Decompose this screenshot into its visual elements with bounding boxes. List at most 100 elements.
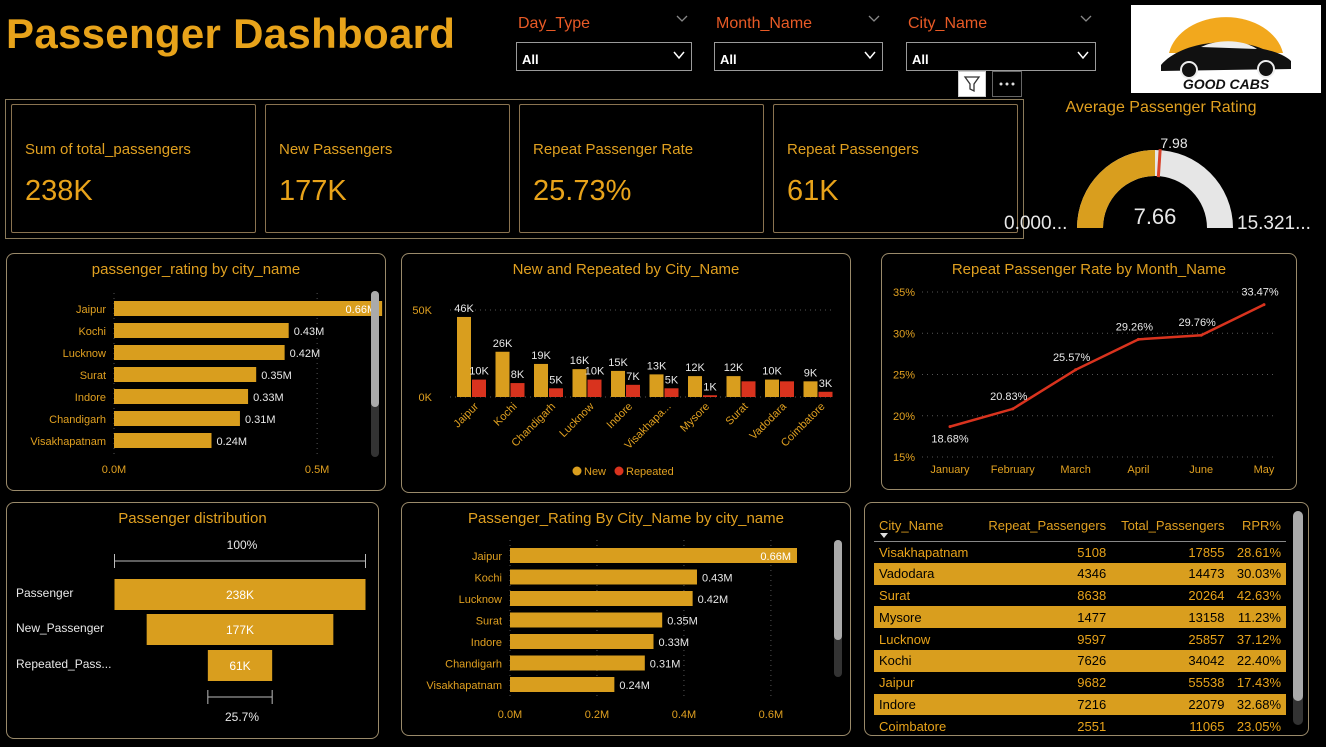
scrollbar[interactable] [1293, 511, 1303, 725]
x-tick-label: January [930, 464, 970, 476]
table-cell: 14473 [1111, 562, 1230, 585]
table-row[interactable]: Surat 8638 20264 42.63% [874, 585, 1286, 607]
rating-gauge[interactable]: 7.98 7.66 0.000... 15.321... [1000, 128, 1320, 238]
data-point [1136, 337, 1140, 341]
data-label: 12K [685, 362, 705, 374]
data-label: 0.42M [698, 594, 729, 606]
new-repeated-chart[interactable]: 50K0K46K10KJaipur26K8KKochi19K5KChandiga… [402, 254, 852, 494]
bar-repeated [626, 384, 640, 397]
more-options-button[interactable] [992, 71, 1022, 97]
panel-passenger-distribution: Passenger distribution 100% 238K Passenger… [6, 502, 379, 739]
page-title: Passenger Dashboard [6, 10, 456, 57]
column-header[interactable]: Repeat_Passengers [977, 511, 1112, 542]
series-line [949, 303, 1265, 428]
bar-new [649, 374, 664, 397]
table-row[interactable]: Vadodara 4346 14473 30.03% [874, 562, 1286, 585]
data-label: 177K [226, 623, 254, 637]
table-row[interactable]: Visakhapatnam 5108 17855 28.61% [874, 541, 1286, 563]
table-cell: 9597 [1077, 631, 1107, 647]
slicer-day-type-dropdown[interactable]: All [516, 42, 692, 71]
data-point [1199, 333, 1203, 337]
slicer-city-dropdown[interactable]: All [906, 42, 1096, 71]
table-cell: 11065 [1189, 718, 1225, 734]
x-tick-label: 0.2M [585, 709, 609, 721]
table-cell: 22.40% [1229, 649, 1286, 672]
data-label: 26K [493, 338, 513, 350]
table-cell: 7626 [977, 649, 1112, 672]
data-label: 5K [549, 374, 563, 386]
column-header[interactable]: City_Name [874, 511, 978, 542]
bar [510, 569, 697, 585]
data-label: 10K [762, 366, 782, 378]
scrollbar[interactable] [834, 540, 842, 677]
x-tick-label: 0.0M [498, 709, 522, 721]
data-label: 9K [804, 367, 818, 379]
kpi-label: Repeat Passenger Rate [533, 141, 694, 158]
table-cell: 42.63% [1236, 587, 1281, 603]
scrollbar[interactable] [371, 291, 379, 457]
x-tick-label: June [1189, 464, 1213, 476]
panel-new-repeated: New and Repeated by City_Name 50K 0K 46K 10… [401, 253, 851, 493]
bar-new [495, 351, 510, 397]
category-label: Surat [724, 401, 751, 428]
funnel-chart[interactable]: 100% 238K Passenger 177K New_Passenger 61K Rep… [7, 503, 380, 740]
data-label: 20.83% [990, 391, 1028, 403]
kpi-card-new-passengers: New Passengers 177K [265, 104, 510, 233]
table-row[interactable]: Lucknow 9597 25857 37.12% [874, 628, 1286, 650]
scrollbar-thumb[interactable] [834, 540, 842, 640]
bar [114, 345, 285, 360]
table-row[interactable]: Kochi 7626 34042 22.40% [874, 649, 1286, 672]
chevron-down-icon[interactable] [868, 14, 880, 24]
kpi-value: 61K [787, 175, 839, 207]
table-cell: 28.61% [1236, 544, 1281, 560]
scrollbar-thumb[interactable] [1293, 511, 1303, 701]
table-row[interactable]: Coimbatore 2551 11065 23.05% [874, 715, 1286, 735]
category-label: Mysore [678, 401, 712, 435]
bar-repeated [510, 383, 525, 397]
scrollbar-thumb[interactable] [371, 291, 379, 407]
chevron-down-icon[interactable] [676, 14, 688, 24]
table-cell: 7216 [977, 693, 1112, 716]
panel-rating-by-city: passenger_rating by city_name 0.0M 0.5M Ja… [6, 253, 386, 491]
rating-by-city-chart[interactable]: 0.0M 0.5MJaipur 0.66MKochi 0.43MLucknow 0.42… [7, 254, 387, 492]
slicer-month-dropdown[interactable]: All [714, 42, 883, 71]
chevron-down-icon[interactable] [1080, 14, 1092, 24]
funnel-top-pct: 100% [227, 538, 258, 552]
y-tick-label: 35% [893, 287, 915, 299]
table-row[interactable]: Mysore 1477 13158 11.23% [874, 606, 1286, 629]
slicer-day-type-value: All [522, 52, 539, 67]
gauge-target-label: 7.98 [1160, 135, 1187, 151]
category-label: Visakhapatnam [426, 680, 502, 692]
data-label: 10K [469, 366, 489, 378]
good-cabs-logo: GOOD CABS [1131, 5, 1321, 93]
column-header[interactable]: Total_Passengers [1111, 511, 1230, 542]
rpr-by-month-chart[interactable]: 35% 30% 25% 20% 15% 18.68% January 20.83% Februa… [882, 254, 1298, 491]
panel-city-table: City_Name Repeat_Passengers Total_Passen… [864, 502, 1309, 736]
table-row[interactable]: Indore 7216 22079 32.68% [874, 693, 1286, 716]
table-cell: Lucknow [879, 631, 931, 647]
table-cell: 55538 [1188, 675, 1225, 691]
table-header-row: City_Name Repeat_Passengers Total_Passen… [874, 511, 1286, 542]
column-header[interactable]: RPR% [1229, 511, 1286, 542]
table-row[interactable]: Jaipur 9682 55538 17.43% [874, 672, 1286, 694]
gauge-max-label: 15.321... [1237, 213, 1311, 234]
data-label: 8K [511, 369, 525, 381]
data-label: 46K [454, 303, 474, 315]
x-tick-label: 0.5M [305, 464, 329, 476]
category-label: Visakhapatnam [30, 436, 106, 448]
bar-new [611, 370, 625, 397]
data-label: 7K [626, 371, 640, 383]
chevron-down-icon [864, 51, 876, 60]
table-cell: 37.12% [1236, 631, 1281, 647]
table-cell: Coimbatore [879, 718, 947, 734]
filter-button[interactable] [958, 71, 986, 97]
slicer-city-label: City_Name [908, 15, 988, 32]
data-label: 5K [665, 374, 679, 386]
rating-by-city-2-chart[interactable]: 0.0M 0.2M 0.4M 0.6M Jaipur 0.66M Kochi 0.43M Luc… [402, 503, 852, 737]
data-label: 25.57% [1053, 352, 1091, 364]
category-label: Jaipur [472, 551, 502, 563]
bar-new [803, 381, 818, 397]
category-label: Repeated_Pass... [16, 657, 111, 671]
gauge-min-label: 0.000... [1004, 213, 1067, 234]
data-label: 10K [585, 366, 605, 378]
